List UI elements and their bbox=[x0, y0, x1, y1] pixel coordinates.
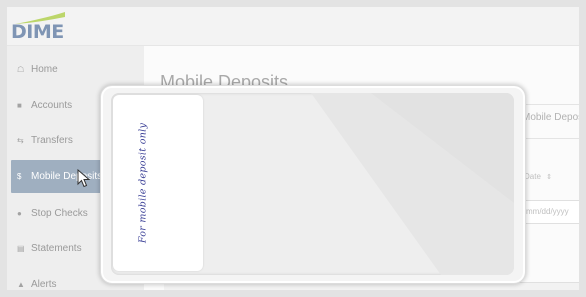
check-image-frame: For mobile deposit only bbox=[111, 93, 514, 275]
dime-logo[interactable]: DIME bbox=[11, 11, 67, 43]
date-input[interactable]: mm/dd/yyyy bbox=[521, 200, 579, 224]
accounts-icon: ■ bbox=[17, 100, 22, 110]
sidebar-item-label: Alerts bbox=[31, 278, 57, 290]
sidebar-item-label: Accounts bbox=[31, 99, 73, 111]
sidebar-item-label: Stop Checks bbox=[31, 207, 88, 219]
sidebar-item-label: Home bbox=[31, 63, 58, 75]
transfers-icon: ⇆ bbox=[17, 135, 24, 145]
check-image-viewer: For mobile deposit only bbox=[100, 85, 526, 284]
logo-text: DIME bbox=[11, 21, 64, 43]
deposit-panel-title: Mobile Deposits bbox=[522, 112, 579, 123]
sidebar-item-home[interactable]: ☖ Home bbox=[7, 53, 144, 85]
check-endorsement-text: For mobile deposit only bbox=[137, 122, 149, 244]
sort-icon: ⇕ bbox=[546, 174, 553, 181]
home-icon: ☖ bbox=[17, 64, 25, 74]
mouse-pointer-icon bbox=[77, 169, 91, 188]
app-window: DIME ☖ Home ■ Accounts ⇆ Transfers $ Mob… bbox=[7, 7, 579, 290]
bell-icon: ▲ bbox=[17, 279, 25, 289]
sidebar-item-label: Statements bbox=[31, 242, 82, 254]
check-back-image[interactable]: For mobile deposit only bbox=[113, 95, 203, 271]
sidebar-item-label: Transfers bbox=[31, 134, 73, 146]
stop-icon: ● bbox=[17, 208, 22, 218]
sidebar-item-label: Mobile Deposits bbox=[31, 171, 103, 182]
date-label-text: Date bbox=[524, 172, 541, 181]
date-label: Date ⇕ bbox=[524, 172, 552, 181]
dollar-icon: $ bbox=[17, 172, 22, 181]
statements-icon: ▤ bbox=[17, 243, 25, 253]
header-bar: DIME bbox=[7, 7, 579, 46]
